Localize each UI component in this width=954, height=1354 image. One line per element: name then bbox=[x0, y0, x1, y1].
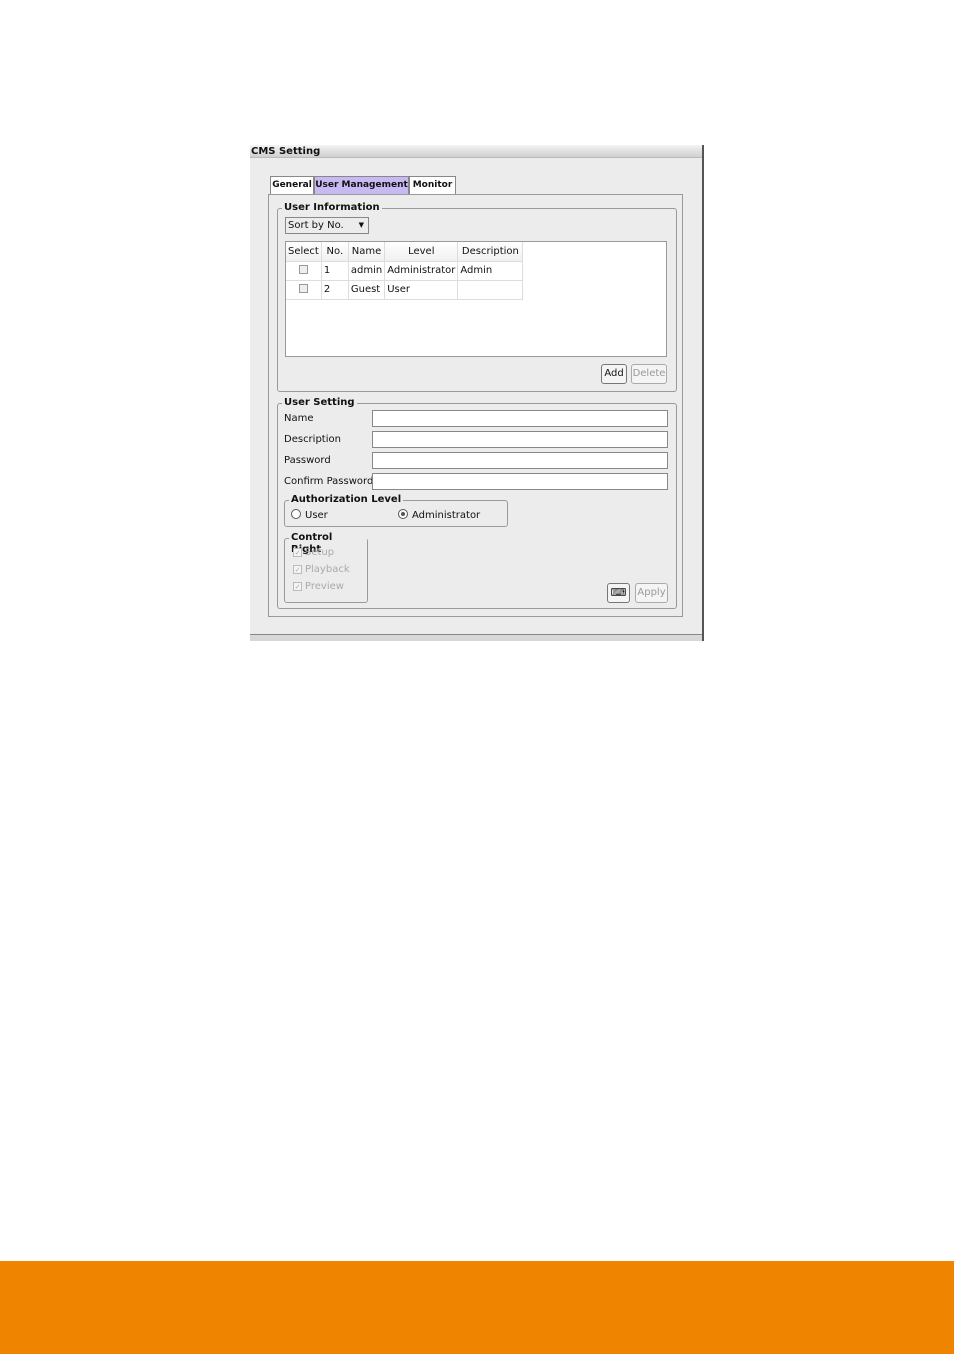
user-setting-group: User Setting Name Description Password C… bbox=[277, 397, 677, 609]
description-input[interactable] bbox=[372, 431, 668, 448]
user-table: Select No. Name Level Description 1 admi… bbox=[285, 241, 667, 357]
apply-button[interactable]: Apply bbox=[635, 583, 668, 603]
description-label: Description bbox=[284, 434, 341, 445]
sort-select[interactable]: Sort by No. ▼ bbox=[285, 217, 369, 234]
tab-general[interactable]: General bbox=[270, 176, 314, 195]
cms-setting-window: CMS Setting General User Management Moni… bbox=[250, 145, 704, 641]
check-icon: ✓ bbox=[293, 565, 302, 574]
column-header[interactable]: Description bbox=[457, 242, 524, 262]
cell-no: 2 bbox=[321, 280, 349, 300]
check-icon: ✓ bbox=[293, 548, 302, 557]
tab-user-management[interactable]: User Management bbox=[314, 176, 409, 195]
sort-select-value: Sort by No. bbox=[288, 220, 344, 231]
delete-button[interactable]: Delete bbox=[631, 364, 667, 384]
row-select-checkbox[interactable] bbox=[298, 264, 308, 274]
column-header[interactable]: Level bbox=[384, 242, 459, 262]
cell-name: admin bbox=[348, 261, 386, 281]
tab-panel: User Information Sort by No. ▼ Select No… bbox=[268, 194, 683, 617]
user-information-legend: User Information bbox=[282, 202, 382, 214]
chevron-down-icon: ▼ bbox=[358, 221, 364, 229]
check-icon: ✓ bbox=[293, 582, 302, 591]
page-footer-band bbox=[0, 1261, 954, 1354]
user-information-group: User Information Sort by No. ▼ Select No… bbox=[277, 202, 677, 392]
table-header: Select No. Name Level Description bbox=[286, 242, 524, 262]
cell-level: User bbox=[384, 280, 459, 300]
window-title: CMS Setting bbox=[250, 145, 702, 158]
keyboard-icon: ⌨ bbox=[610, 586, 627, 599]
checkbox-preview[interactable]: ✓ Preview bbox=[293, 581, 344, 592]
name-input[interactable] bbox=[372, 410, 668, 427]
virtual-keyboard-button[interactable]: ⌨ bbox=[607, 583, 630, 603]
radio-administrator-label: Administrator bbox=[412, 510, 481, 521]
control-right-group: Control Right ✓ Setup ✓ Playback ✓ Preview bbox=[284, 532, 368, 603]
setup-label: Setup bbox=[305, 547, 335, 558]
add-button[interactable]: Add bbox=[601, 364, 627, 384]
cell-level: Administrator bbox=[384, 261, 459, 281]
password-input[interactable] bbox=[372, 452, 668, 469]
cell-name: Guest bbox=[348, 280, 386, 300]
cell-no: 1 bbox=[321, 261, 349, 281]
radio-selected-icon bbox=[398, 509, 408, 519]
table-row[interactable]: 2 Guest User bbox=[286, 280, 524, 300]
column-header[interactable]: Select bbox=[286, 242, 322, 262]
row-select-checkbox[interactable] bbox=[298, 283, 308, 293]
radio-icon bbox=[291, 509, 301, 519]
user-setting-legend: User Setting bbox=[282, 397, 357, 409]
authorization-level-legend: Authorization Level bbox=[289, 494, 404, 506]
password-label: Password bbox=[284, 455, 331, 466]
column-header[interactable]: No. bbox=[321, 242, 349, 262]
checkbox-setup[interactable]: ✓ Setup bbox=[293, 547, 334, 558]
preview-label: Preview bbox=[305, 581, 344, 592]
column-header[interactable]: Name bbox=[348, 242, 386, 262]
authorization-level-group: Authorization Level User Administrator bbox=[284, 494, 508, 527]
tab-monitor[interactable]: Monitor bbox=[409, 176, 456, 195]
radio-user[interactable]: User bbox=[291, 509, 328, 521]
playback-label: Playback bbox=[305, 564, 350, 575]
name-label: Name bbox=[284, 413, 314, 424]
checkbox-playback[interactable]: ✓ Playback bbox=[293, 564, 350, 575]
window-bottom-bar bbox=[250, 634, 702, 641]
confirm-password-label: Confirm Password bbox=[284, 476, 374, 487]
table-row[interactable]: 1 admin Administrator Admin bbox=[286, 261, 524, 281]
confirm-password-input[interactable] bbox=[372, 473, 668, 490]
radio-user-label: User bbox=[305, 510, 328, 521]
cell-description bbox=[457, 280, 524, 300]
cell-description: Admin bbox=[457, 261, 524, 281]
radio-administrator[interactable]: Administrator bbox=[398, 509, 480, 521]
